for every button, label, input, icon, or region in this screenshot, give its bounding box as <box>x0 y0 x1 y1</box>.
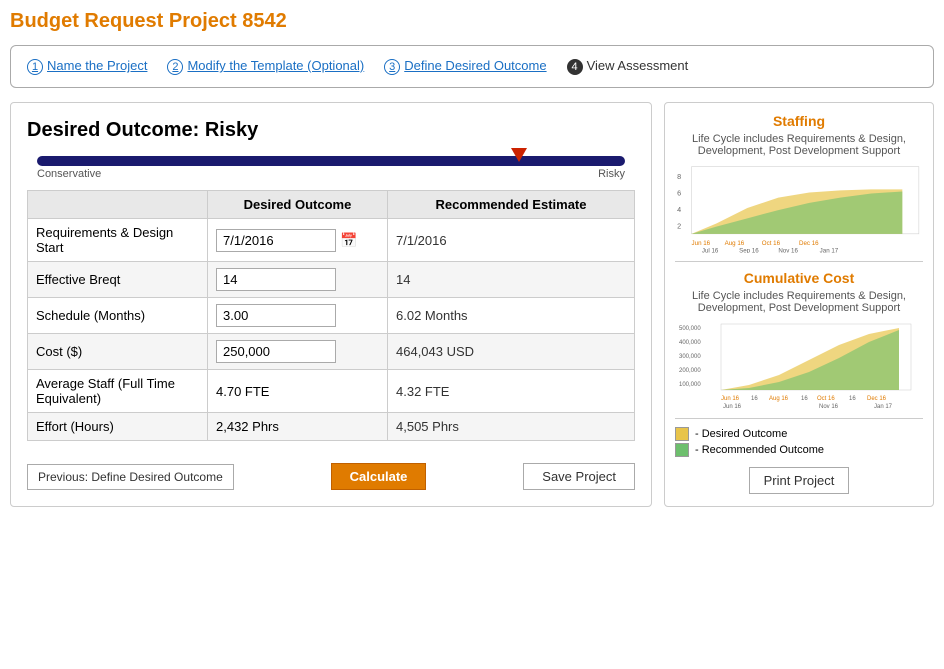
legend-recommended-label: - Recommended Outcome <box>695 444 824 456</box>
cumcost-subtitle: Life Cycle includes Requirements & Desig… <box>675 290 923 314</box>
step-3[interactable]: 3 Define Desired Outcome <box>384 58 546 75</box>
steps-box: 1 Name the Project 2 Modify the Template… <box>10 45 934 88</box>
outcome-table: Desired Outcome Recommended Estimate Req… <box>27 190 635 441</box>
svg-text:200,000: 200,000 <box>679 368 701 374</box>
divider-2 <box>675 418 923 419</box>
svg-text:Jun 16: Jun 16 <box>721 396 740 402</box>
svg-text:300,000: 300,000 <box>679 354 701 360</box>
calculate-button[interactable]: Calculate <box>331 463 427 490</box>
divider-1 <box>675 261 923 262</box>
staffing-subtitle: Life Cycle includes Requirements & Desig… <box>675 133 923 157</box>
table-col-recommended: Recommended Estimate <box>388 191 635 219</box>
svg-text:100,000: 100,000 <box>679 382 701 388</box>
risk-slider-container: Conservative Risky <box>27 156 635 180</box>
outcome-title: Desired Outcome: Risky <box>27 119 635 142</box>
svg-text:Aug 16: Aug 16 <box>725 240 745 247</box>
svg-text:Jan 17: Jan 17 <box>874 404 893 410</box>
date-input-0[interactable] <box>216 229 336 252</box>
table-row-recommended: 14 <box>388 262 635 298</box>
svg-text:Oct 16: Oct 16 <box>762 240 781 247</box>
cumcost-chart: 500,000 400,000 300,000 200,000 100,000 … <box>675 320 923 410</box>
step-4[interactable]: 4 View Assessment <box>567 58 689 75</box>
svg-text:Sep 16: Sep 16 <box>739 247 759 253</box>
svg-text:6: 6 <box>677 189 681 198</box>
svg-text:Aug 16: Aug 16 <box>769 396 789 402</box>
svg-text:4: 4 <box>677 205 681 214</box>
svg-text:Dec 16: Dec 16 <box>867 396 887 402</box>
legend-recommended: - Recommended Outcome <box>675 443 923 457</box>
text-input-3[interactable] <box>216 340 336 363</box>
table-row-label: Cost ($) <box>28 334 208 370</box>
text-input-1[interactable] <box>216 268 336 291</box>
svg-text:2: 2 <box>677 222 681 231</box>
prev-button[interactable]: Previous: Define Desired Outcome <box>27 464 234 490</box>
legend: - Desired Outcome - Recommended Outcome <box>675 427 923 457</box>
step-1[interactable]: 1 Name the Project <box>27 58 147 75</box>
step-2[interactable]: 2 Modify the Template (Optional) <box>167 58 364 75</box>
print-project-button[interactable]: Print Project <box>749 467 850 494</box>
staffing-chart: 8 6 4 2 Jun 16 Aug 16 Oct 16 Dec 16 Jul … <box>675 163 923 253</box>
staffing-title: Staffing <box>675 113 923 129</box>
svg-text:Jun 16: Jun 16 <box>692 240 711 247</box>
table-row-recommended: 464,043 USD <box>388 334 635 370</box>
table-row-recommended: 4,505 Phrs <box>388 413 635 441</box>
legend-desired-box <box>675 427 689 441</box>
right-panel: Staffing Life Cycle includes Requirement… <box>664 102 934 507</box>
table-row-desired <box>208 298 388 334</box>
save-project-button[interactable]: Save Project <box>523 463 635 490</box>
svg-text:Jan 17: Jan 17 <box>820 247 839 253</box>
table-row-recommended: 7/1/2016 <box>388 219 635 262</box>
svg-text:16: 16 <box>849 396 856 402</box>
staffing-chart-svg: 8 6 4 2 Jun 16 Aug 16 Oct 16 Dec 16 Jul … <box>675 163 923 253</box>
legend-recommended-box <box>675 443 689 457</box>
svg-text:500,000: 500,000 <box>679 326 701 332</box>
page-title: Budget Request Project 8542 <box>10 10 934 33</box>
table-row-label: Average Staff (Full Time Equivalent) <box>28 370 208 413</box>
svg-text:8: 8 <box>677 172 681 181</box>
calendar-icon-0[interactable]: 📅 <box>340 232 357 249</box>
cumcost-chart-svg: 500,000 400,000 300,000 200,000 100,000 … <box>675 320 923 410</box>
svg-text:Jun 16: Jun 16 <box>723 404 742 410</box>
svg-text:400,000: 400,000 <box>679 340 701 346</box>
table-row-desired: 2,432 Phrs <box>208 413 388 441</box>
legend-desired-label: - Desired Outcome <box>695 428 787 440</box>
svg-text:Dec 16: Dec 16 <box>799 240 819 247</box>
legend-desired: - Desired Outcome <box>675 427 923 441</box>
slider-indicator <box>511 148 527 162</box>
svg-text:Nov 16: Nov 16 <box>819 404 839 410</box>
table-row-label: Effort (Hours) <box>28 413 208 441</box>
cumcost-title: Cumulative Cost <box>675 270 923 286</box>
table-row-desired: 4.70 FTE <box>208 370 388 413</box>
table-row-label: Effective Breqt <box>28 262 208 298</box>
text-input-2[interactable] <box>216 304 336 327</box>
svg-text:Nov 16: Nov 16 <box>778 247 798 253</box>
slider-risky-label: Risky <box>598 168 625 180</box>
svg-text:16: 16 <box>751 396 758 402</box>
slider-conservative-label: Conservative <box>37 168 101 180</box>
svg-text:Oct 16: Oct 16 <box>817 396 835 402</box>
table-row-desired: 📅 <box>208 219 388 262</box>
risk-slider-track[interactable] <box>37 156 625 166</box>
table-row-desired <box>208 334 388 370</box>
left-panel: Desired Outcome: Risky Conservative Risk… <box>10 102 652 507</box>
table-row-recommended: 6.02 Months <box>388 298 635 334</box>
table-col-desired: Desired Outcome <box>208 191 388 219</box>
svg-text:16: 16 <box>801 396 808 402</box>
table-col-empty <box>28 191 208 219</box>
table-row-label: Schedule (Months) <box>28 298 208 334</box>
bottom-buttons: Previous: Define Desired Outcome Calcula… <box>27 455 635 490</box>
table-row-label: Requirements & Design Start <box>28 219 208 262</box>
table-row-desired <box>208 262 388 298</box>
table-row-recommended: 4.32 FTE <box>388 370 635 413</box>
svg-text:Jul 16: Jul 16 <box>702 247 719 253</box>
